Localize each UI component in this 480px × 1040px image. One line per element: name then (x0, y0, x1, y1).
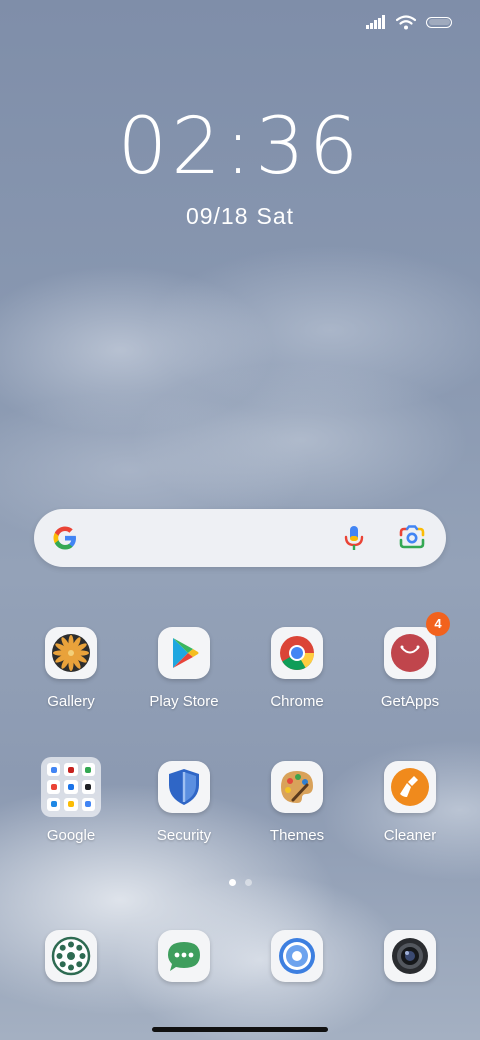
google-g-icon (53, 526, 76, 550)
weekday-text: Sat (256, 203, 295, 229)
folder-app-mini (81, 763, 95, 777)
microphone-icon[interactable] (341, 524, 367, 552)
app-chrome[interactable]: Chrome (242, 627, 352, 710)
security-shield-icon (158, 761, 210, 813)
camera-icon (384, 930, 436, 982)
app-label: Chrome (270, 693, 324, 710)
app-label: Cleaner (383, 827, 437, 844)
chrome-icon (271, 627, 323, 679)
signal-icon (366, 15, 385, 29)
clock-date: 09/18 Sat (0, 203, 480, 230)
status-bar (366, 12, 452, 32)
app-gallery[interactable]: Gallery (16, 627, 126, 710)
folder-app-mini (64, 797, 78, 811)
app-security[interactable]: Security (129, 761, 239, 844)
folder-app-mini (47, 780, 61, 794)
dock-camera[interactable] (355, 930, 465, 982)
getapps-icon: 4 (384, 612, 450, 679)
folder-app-mini (47, 797, 61, 811)
app-play-store[interactable]: Play Store (129, 627, 239, 710)
app-label: Themes (269, 827, 325, 844)
phone-dialer-icon (45, 930, 97, 982)
messages-icon (158, 930, 210, 982)
date-text: 09/18 (185, 203, 249, 229)
folder-app-mini (81, 797, 95, 811)
app-label: Gallery (47, 693, 95, 710)
play-store-icon (158, 627, 210, 679)
app-cleaner[interactable]: Cleaner (355, 761, 465, 844)
themes-palette-icon (271, 761, 323, 813)
wifi-icon (396, 14, 416, 29)
folder-icon (41, 757, 101, 817)
folder-app-mini (64, 780, 78, 794)
app-getapps[interactable]: 4 GetApps (355, 612, 465, 710)
folder-app-mini (64, 763, 78, 777)
dock-messages[interactable] (129, 930, 239, 982)
gallery-icon (45, 627, 97, 679)
cleaner-brush-icon (384, 761, 436, 813)
app-label: GetApps (380, 693, 440, 710)
dock-browser[interactable] (242, 930, 352, 982)
app-label: Play Store (149, 693, 219, 710)
app-label: Google (46, 827, 96, 844)
browser-icon (271, 930, 323, 982)
folder-app-mini (81, 780, 95, 794)
google-search-bar[interactable] (34, 509, 446, 567)
page-dot-2[interactable] (244, 879, 252, 886)
app-themes[interactable]: Themes (242, 761, 352, 844)
folder-app-mini (47, 763, 61, 777)
battery-icon (426, 16, 452, 28)
folder-google[interactable]: Google (16, 757, 126, 844)
page-indicator[interactable] (0, 879, 480, 886)
gesture-navigation-bar[interactable] (152, 1027, 328, 1032)
notification-badge: 4 (426, 612, 450, 636)
google-lens-icon[interactable] (398, 525, 426, 551)
app-label: Security (156, 827, 212, 844)
clock-time: 02:36 (117, 102, 363, 192)
page-dot-1[interactable] (228, 879, 236, 886)
dock-phone[interactable] (16, 930, 126, 982)
